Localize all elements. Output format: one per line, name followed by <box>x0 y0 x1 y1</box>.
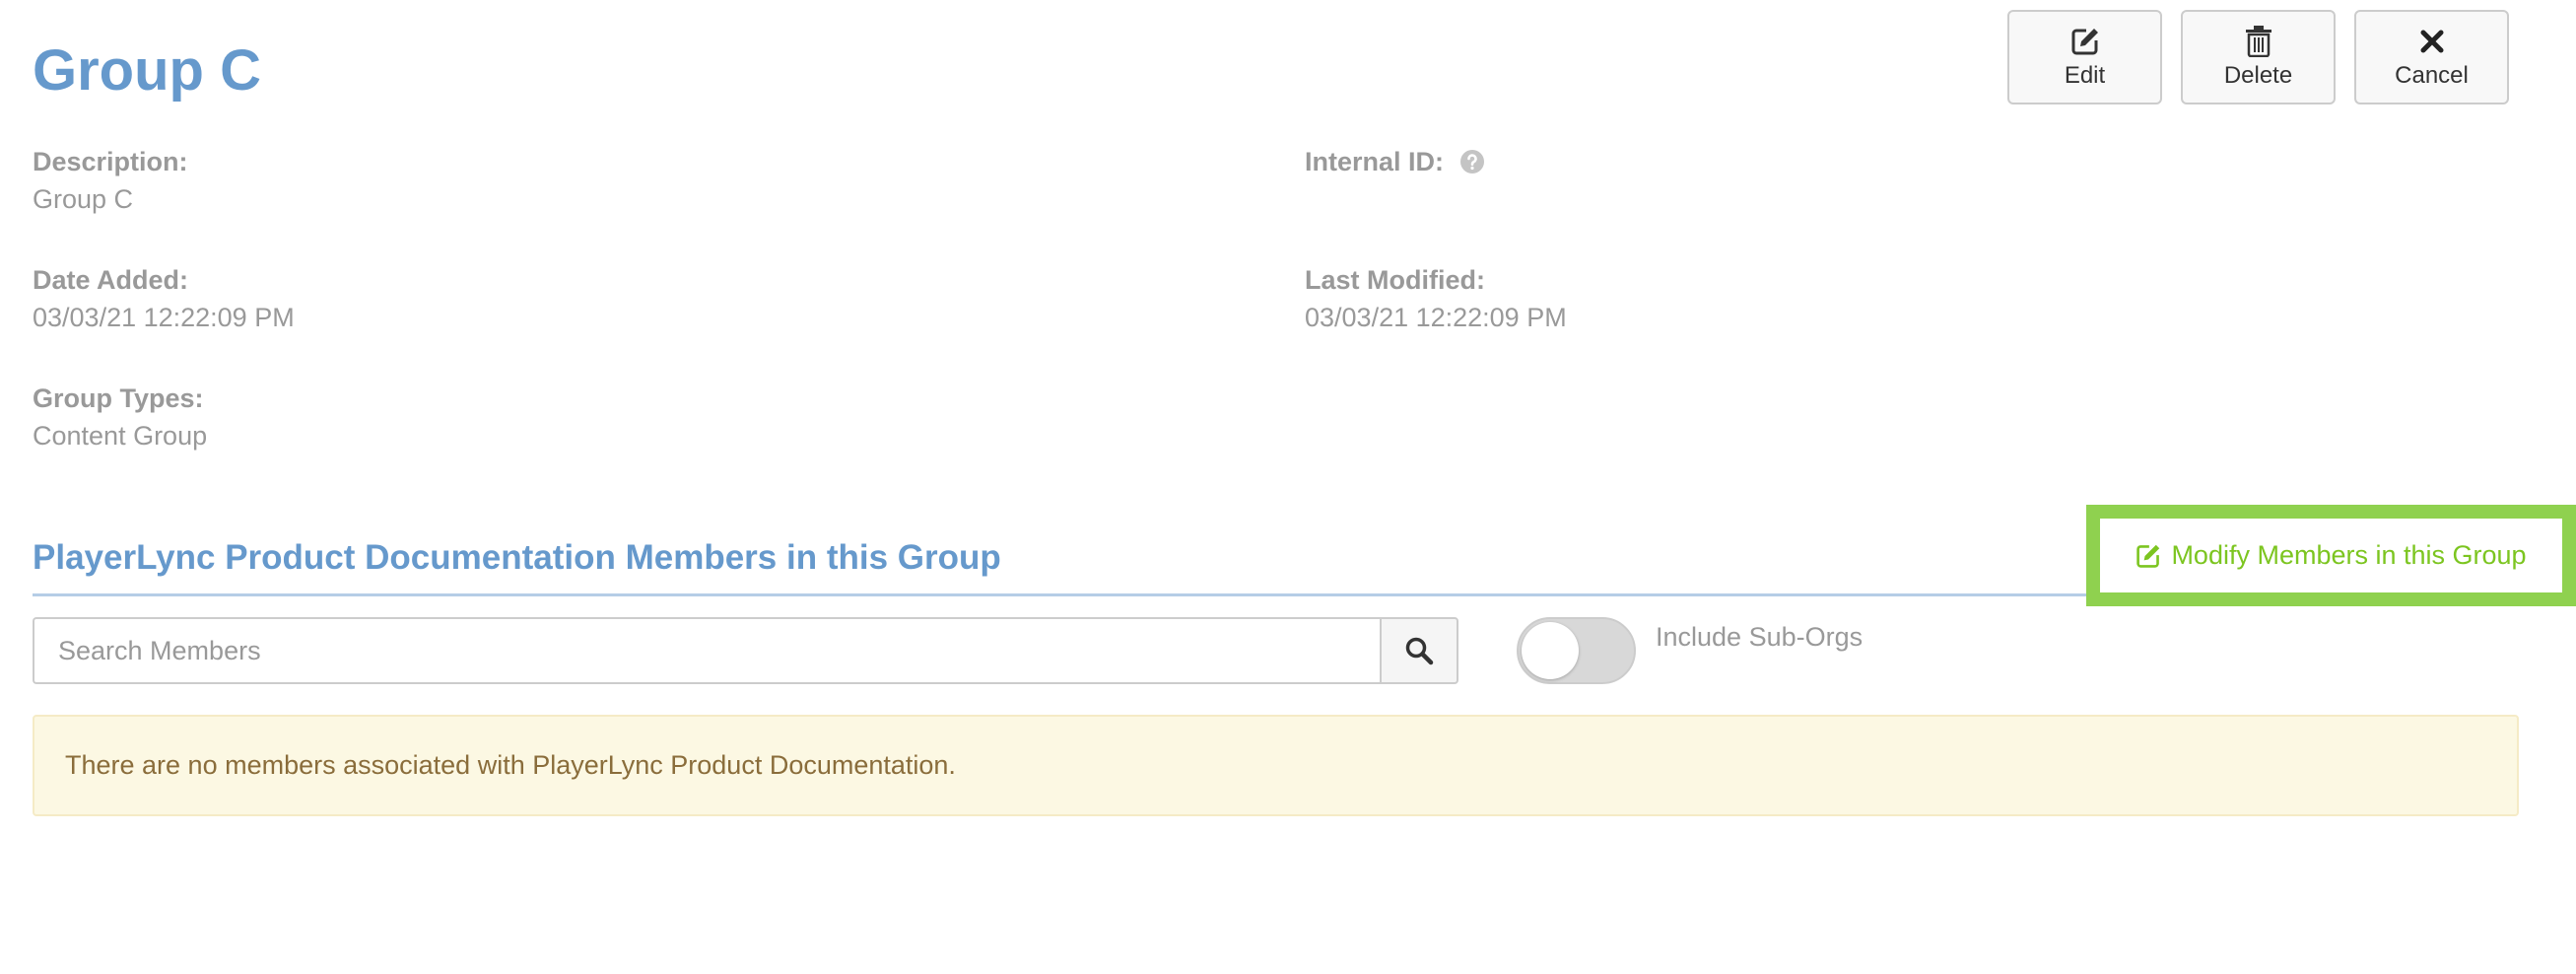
modify-members-link[interactable]: Modify Members in this Group <box>2135 540 2527 571</box>
edit-icon <box>2135 543 2161 569</box>
edit-icon <box>2070 25 2100 58</box>
cancel-button[interactable]: Cancel <box>2354 10 2509 104</box>
group-types-field: Group Types: Content Group <box>33 381 207 455</box>
section-divider <box>33 593 2087 596</box>
internal-id-label: Internal ID: <box>1305 147 1445 176</box>
members-section-title: PlayerLync Product Documentation Members… <box>33 538 1001 577</box>
modify-members-highlight: Modify Members in this Group <box>2086 505 2576 606</box>
empty-members-message: There are no members associated with Pla… <box>65 750 956 780</box>
include-suborgs-label: Include Sub-Orgs <box>1656 622 1864 652</box>
description-value: Group C <box>33 184 134 214</box>
group-types-value: Content Group <box>33 421 208 451</box>
page-title: Group C <box>33 38 261 103</box>
date-added-field: Date Added: 03/03/21 12:22:09 PM <box>33 262 295 337</box>
empty-members-alert: There are no members associated with Pla… <box>33 715 2519 816</box>
delete-button[interactable]: Delete <box>2181 10 2336 104</box>
group-types-label: Group Types: <box>33 383 204 413</box>
internal-id-field: Internal ID: <box>1305 144 1485 179</box>
search-button[interactable] <box>1380 617 1458 684</box>
delete-label: Delete <box>2223 62 2293 89</box>
last-modified-value: 03/03/21 12:22:09 PM <box>1305 303 1567 332</box>
question-circle-icon[interactable] <box>1459 149 1485 174</box>
description-field: Description: Group C <box>33 144 188 219</box>
include-suborgs-toggle[interactable] <box>1517 617 1636 684</box>
cancel-label: Cancel <box>2395 62 2469 89</box>
date-added-value: 03/03/21 12:22:09 PM <box>33 303 295 332</box>
search-input[interactable] <box>33 617 1380 684</box>
search-icon <box>1404 636 1434 665</box>
close-icon <box>2420 25 2444 58</box>
last-modified-label: Last Modified: <box>1305 265 1485 295</box>
member-search <box>33 617 1458 684</box>
last-modified-field: Last Modified: 03/03/21 12:22:09 PM <box>1305 262 1567 337</box>
edit-button[interactable]: Edit <box>2007 10 2162 104</box>
description-label: Description: <box>33 147 188 176</box>
trash-icon <box>2245 25 2272 58</box>
modify-members-label: Modify Members in this Group <box>2171 540 2527 570</box>
toggle-knob <box>1522 622 1579 679</box>
date-added-label: Date Added: <box>33 265 189 295</box>
edit-label: Edit <box>2064 62 2106 89</box>
